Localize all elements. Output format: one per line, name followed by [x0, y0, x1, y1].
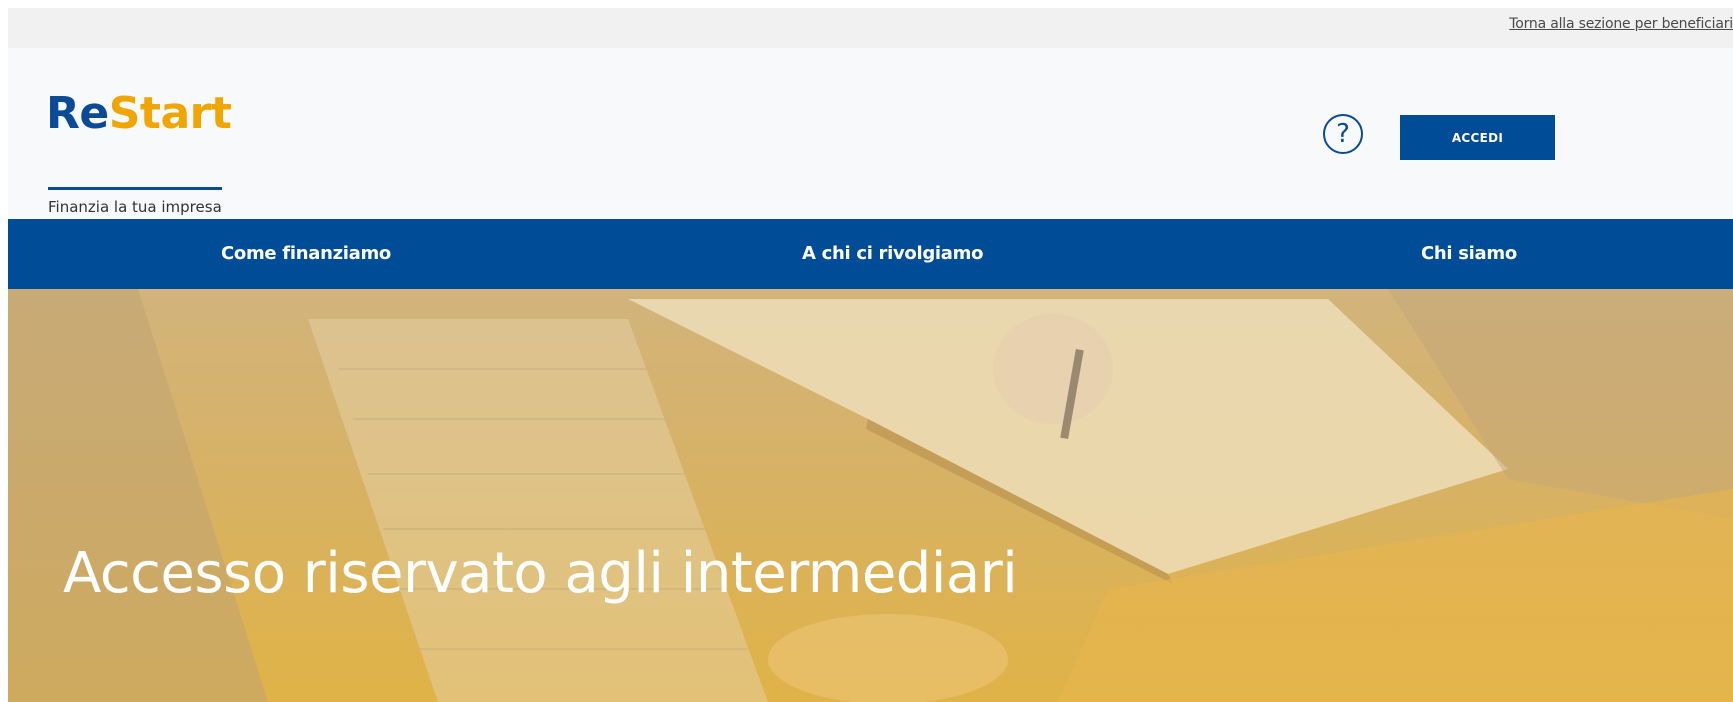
question-circle-icon[interactable]: ? [1323, 114, 1363, 154]
page: Torna alla sezione per beneficiari ReSta… [8, 8, 1733, 702]
logo-tagline: Finanzia la tua impresa [48, 198, 222, 216]
nav-item-chi-siamo[interactable]: Chi siamo [1421, 219, 1517, 289]
restart-logo[interactable]: ReStart Finanzia la tua impresa [46, 88, 246, 217]
utility-bar: Torna alla sezione per beneficiari [8, 8, 1733, 48]
logo-underline [48, 187, 222, 190]
nav-item-a-chi-ci-rivolgiamo[interactable]: A chi ci rivolgiamo [802, 219, 983, 289]
nav-item-come-finanziamo[interactable]: Come finanziamo [221, 219, 391, 289]
logo-wordmark: ReStart [46, 88, 232, 139]
hero-banner: Accesso riservato agli intermediari [8, 289, 1733, 702]
site-header: ReStart Finanzia la tua impresa ? ACCEDI [8, 48, 1733, 219]
logo-word-start: Start [108, 88, 232, 139]
login-button[interactable]: ACCEDI [1400, 115, 1555, 160]
back-to-beneficiaries-link[interactable]: Torna alla sezione per beneficiari [1509, 16, 1733, 32]
logo-word-re: Re [46, 88, 109, 139]
help-glyph: ? [1336, 119, 1350, 149]
hero-background-image [8, 289, 1733, 702]
main-navigation: Come finanziamo A chi ci rivolgiamo Chi … [8, 219, 1733, 289]
hero-title: Accesso riservato agli intermediari [63, 541, 1018, 606]
